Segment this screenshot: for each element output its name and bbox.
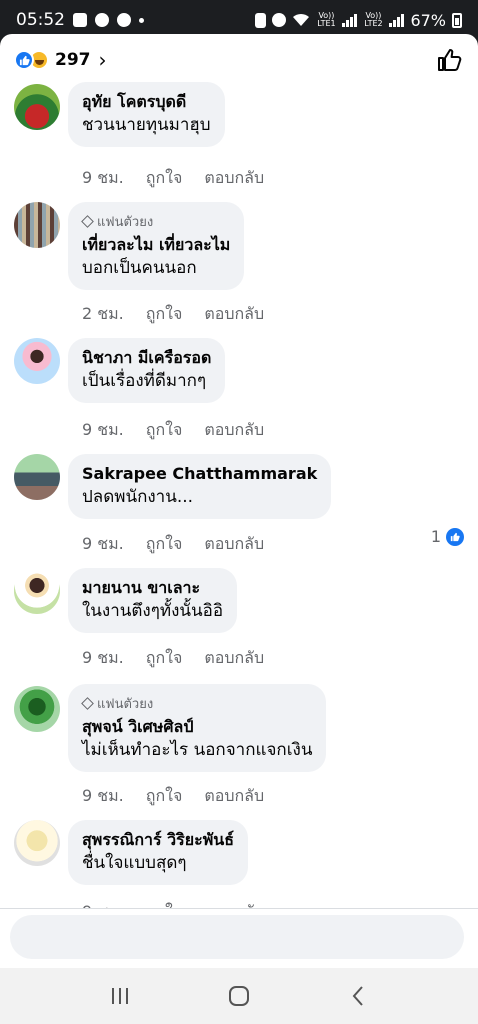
fan-badge: แฟนตัวยง (81, 211, 230, 232)
comment-author[interactable]: สุพจน์ วิเศษศิลป์ (82, 716, 312, 738)
like-button[interactable]: ถูกใจ (146, 166, 183, 191)
comment-text: บอกเป็นคนนอก (82, 258, 197, 278)
reply-button[interactable]: ตอบกลับ (204, 532, 264, 557)
comment-text: ปลดพนักงาน... (82, 487, 194, 507)
reply-button[interactable]: ตอบกลับ (204, 784, 264, 809)
comment-bubble[interactable]: แฟนตัวยง สุพจน์ วิเศษศิลป์ ไม่เห็นทำอะไร… (68, 684, 327, 772)
comment-author[interactable]: สุพรรณิการ์ วิริยะพันธ์ (82, 829, 234, 851)
comment-text: เป็นเรื่องที่ดีมากๆ (82, 371, 207, 391)
comment-actions: 9 ชม. ถูกใจ ตอบกลับ (82, 784, 264, 809)
comment-bubble[interactable]: สุพรรณิการ์ วิริยะพันธ์ ชื่นใจแบบสุดๆ (68, 820, 248, 885)
comment-composer (0, 908, 478, 968)
comment-author[interactable]: เที่ยวละไม เที่ยวละไม (82, 234, 230, 256)
avatar[interactable] (14, 338, 60, 384)
like-reaction-icon (14, 50, 34, 70)
comment-text: ชื่นใจแบบสุดๆ (82, 853, 187, 873)
reactions-summary[interactable]: 297 › (14, 48, 107, 72)
wifi-icon (293, 13, 310, 26)
like-reaction-icon (446, 527, 464, 546)
comment-time: 9 ชม. (82, 420, 124, 439)
comment-bubble[interactable]: นิชาภา มีเครือรอด เป็นเรื่องที่ดีมากๆ (68, 338, 226, 403)
comment-author[interactable]: มายนาน ขาเลาะ (82, 577, 223, 599)
like-button[interactable]: ถูกใจ (146, 418, 183, 443)
comment-actions: 9 ชม. ถูกใจ ตอบกลับ (82, 418, 264, 443)
home-icon (228, 986, 249, 1006)
status-time: 05:52 (16, 10, 65, 30)
avatar[interactable] (14, 568, 60, 614)
recent-apps-icon (111, 988, 128, 1004)
alarm-icon (272, 13, 287, 27)
network-label-1: Vo)) LTE1 (317, 11, 336, 28)
comment-actions: 2 ชม. ถูกใจ ตอบกลับ (82, 302, 264, 327)
like-button[interactable]: ถูกใจ (146, 532, 183, 557)
system-navigation-bar (0, 968, 478, 1024)
recent-apps-button[interactable] (100, 976, 140, 1016)
chevron-right-icon: › (98, 48, 107, 72)
comment-time: 9 ชม. (82, 786, 124, 805)
comment-actions: 9 ชม. ถูกใจ ตอบกลับ (82, 646, 264, 671)
avatar[interactable] (14, 202, 60, 248)
comment-actions: 9 ชม. ถูกใจ ตอบกลับ (82, 166, 264, 191)
comment-author[interactable]: อุทัย โคตรบุดดี (82, 91, 211, 113)
home-button[interactable] (219, 976, 259, 1016)
reaction-count: 297 (55, 50, 91, 70)
comment-bubble[interactable]: อุทัย โคตรบุดดี ชวนนายทุนมาฮุบ (68, 82, 225, 147)
signal-icon (342, 13, 358, 27)
comment-like-count[interactable]: 1 (431, 527, 464, 546)
comment-author[interactable]: Sakrapee Chatthammarak (82, 463, 317, 485)
network-label-2: Vo)) LTE2 (364, 11, 383, 28)
comment-bubble[interactable]: แฟนตัวยง เที่ยวละไม เที่ยวละไม บอกเป็นคน… (68, 202, 245, 290)
reply-button[interactable]: ตอบกลับ (204, 646, 264, 671)
comment-time: 2 ชม. (82, 304, 124, 323)
fan-badge-label: แฟนตัวยง (97, 697, 154, 712)
comment-text: ชวนนายทุนมาฮุบ (82, 115, 211, 135)
back-button[interactable] (338, 976, 378, 1016)
comment-bubble[interactable]: มายนาน ขาเลาะ ในงานตึงๆทั้งนั้นอิอิ (68, 568, 238, 633)
fan-badge-label: แฟนตัวยง (97, 215, 154, 230)
thumbs-up-outline-icon[interactable] (436, 46, 464, 74)
reply-button[interactable]: ตอบกลับ (204, 166, 264, 191)
reply-button[interactable]: ตอบกลับ (204, 418, 264, 443)
comment-input[interactable] (10, 915, 464, 959)
more-notifications-icon (139, 17, 144, 23)
comment-time: 9 ชม. (82, 648, 124, 667)
diamond-icon (81, 697, 94, 710)
like-button[interactable]: ถูกใจ (146, 302, 183, 327)
battery-icon (452, 12, 462, 28)
comment-time: 9 ชม. (82, 168, 124, 187)
comment-actions: 9 ชม. ถูกใจ ตอบกลับ (82, 532, 264, 557)
reply-button[interactable]: ตอบกลับ (204, 302, 264, 327)
like-button[interactable]: ถูกใจ (146, 646, 183, 671)
avatar[interactable] (14, 84, 60, 130)
back-icon (352, 986, 364, 1006)
facebook-icon (117, 13, 131, 27)
battery-saver-icon (255, 12, 267, 28)
comment-text: ในงานตึงๆทั้งนั้นอิอิ (82, 601, 224, 621)
avatar[interactable] (14, 454, 60, 500)
avatar[interactable] (14, 820, 60, 866)
avatar[interactable] (14, 686, 60, 732)
battery-percent: 67% (410, 10, 446, 30)
gallery-icon (73, 13, 87, 27)
like-button[interactable]: ถูกใจ (146, 784, 183, 809)
signal-icon-2 (389, 13, 405, 27)
line-app-icon (95, 13, 109, 27)
comment-time: 9 ชม. (82, 534, 124, 553)
diamond-icon (81, 215, 94, 228)
sheet-header: 297 › (0, 34, 478, 86)
comment-bubble[interactable]: Sakrapee Chatthammarak ปลดพนักงาน... (68, 454, 332, 519)
comment-author[interactable]: นิชาภา มีเครือรอด (82, 347, 211, 369)
comment-text: ไม่เห็นทำอะไร นอกจากแจกเงิน (82, 740, 313, 760)
fan-badge: แฟนตัวยง (81, 693, 312, 714)
comments-sheet: 297 › อุทัย โคตรบุดดี ชวนนายทุนมาฮุบ 9 ช… (0, 34, 478, 968)
like-count-number: 1 (430, 527, 441, 546)
